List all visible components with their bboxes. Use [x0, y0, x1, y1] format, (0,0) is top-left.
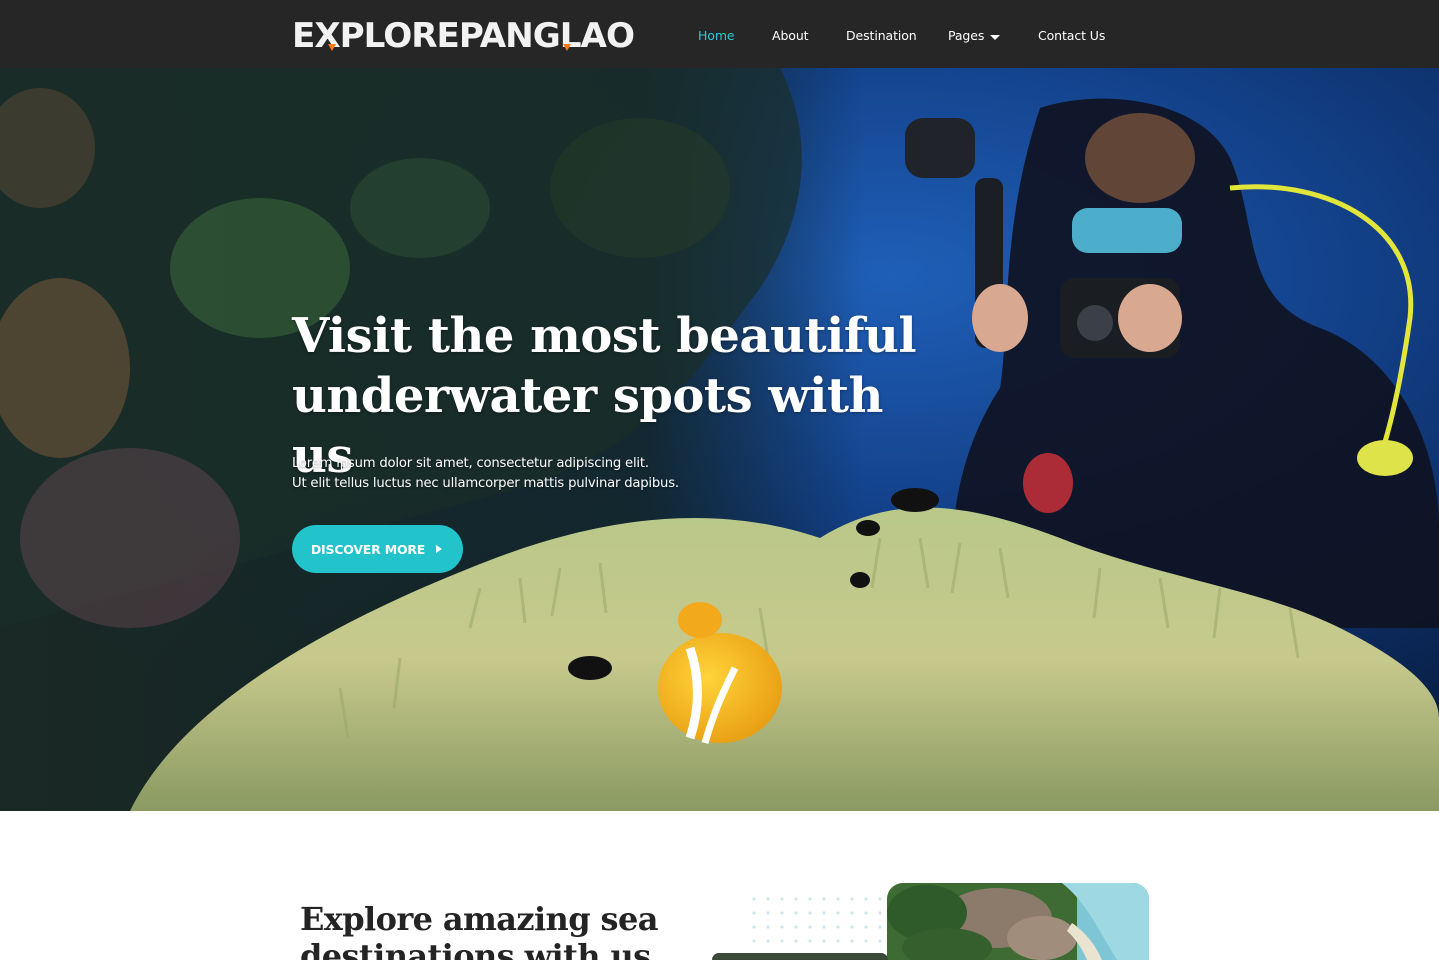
- secondary-photo-edge: [712, 953, 888, 960]
- discover-more-label: DISCOVER MORE: [310, 541, 426, 557]
- hero-section: Visit the most beautiful underwater spot…: [0, 68, 1439, 811]
- chevron-down-icon: [990, 34, 1001, 40]
- section-heading: Explore amazing sea destinations with us: [300, 900, 658, 960]
- nav-about-link[interactable]: About: [772, 27, 809, 45]
- svg-text:EXPLOREPANGLAO: EXPLOREPANGLAO: [292, 16, 634, 54]
- hero-description: Lorem ipsum dolor sit amet, consectetur …: [292, 454, 752, 494]
- nav-contact-link[interactable]: Contact Us: [1038, 27, 1105, 45]
- hero-description-line1: Lorem ipsum dolor sit amet, consectetur …: [292, 456, 649, 471]
- hero-heading-line1: Visit the most beautiful: [292, 308, 917, 364]
- nav-pages-dropdown[interactable]: Pages: [948, 27, 1002, 45]
- decorative-dot-grid: [752, 897, 882, 957]
- nav-pages-label: Pages: [948, 28, 985, 43]
- island-photo: [887, 883, 1149, 960]
- discover-more-button[interactable]: DISCOVER MORE: [292, 525, 463, 573]
- nav-destination-link[interactable]: Destination: [846, 27, 917, 45]
- caret-right-icon: [436, 545, 443, 553]
- nav-home-link[interactable]: Home: [698, 27, 735, 45]
- site-logo[interactable]: EXPLOREPANGLAO: [292, 14, 636, 54]
- hero-description-line2: Ut elit tellus luctus nec ullamcorper ma…: [292, 476, 679, 491]
- top-navbar: EXPLOREPANGLAO Home About Destination Pa…: [0, 0, 1439, 68]
